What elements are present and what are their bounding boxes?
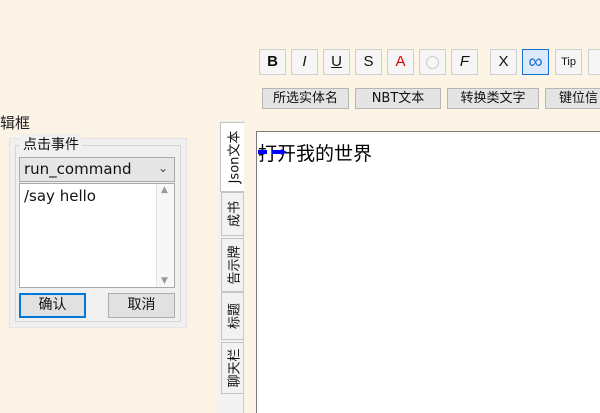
side-tab-title[interactable]: 标题 [221,292,243,340]
tab-selected-entity[interactable]: 所选实体名 [262,88,349,109]
side-tab-label: 聊天栏 [227,348,242,388]
confirm-button[interactable]: 确认 [19,293,86,318]
dialog-title: 辑框 [0,114,31,132]
tip-button[interactable]: Tip [555,49,582,75]
more-format-button[interactable] [588,49,600,75]
side-tab-label: 标题 [227,302,242,330]
font-button[interactable]: F [451,49,478,75]
scroll-down-icon[interactable]: ▼ [161,276,168,286]
json-text-editor[interactable] [256,131,600,413]
underline-button[interactable]: U [323,49,350,75]
side-tab-label: Json文本 [227,130,242,184]
side-tab-sign[interactable]: 告示牌 [221,238,243,292]
cancel-button[interactable]: 取消 [108,293,175,318]
link-button[interactable]: ∞ [522,49,549,75]
tab-convert-text[interactable]: 转换类文字 [447,88,539,109]
scroll-up-icon[interactable]: ▲ [161,185,168,195]
event-type-value: run_command [24,160,132,178]
command-textarea[interactable]: /say hello [19,183,175,288]
side-tab-chat[interactable]: 聊天栏 [221,342,243,394]
bold-button[interactable]: B [259,49,286,75]
side-tab-label: 告示牌 [227,245,242,285]
textarea-scrollbar[interactable]: ▲ ▼ [156,184,174,287]
color-button[interactable]: A [387,49,414,75]
italic-button[interactable]: I [291,49,318,75]
click-event-marker-icon [258,149,287,155]
side-tab-label: 成书 [227,200,242,228]
obfuscate-button[interactable] [419,49,446,75]
side-tab-book[interactable]: 成书 [221,192,243,236]
clear-format-button[interactable]: X [490,49,517,75]
side-tab-json[interactable]: Json文本 [220,122,244,192]
chevron-down-icon: ⌄ [157,161,168,175]
strikethrough-button[interactable]: S [355,49,382,75]
click-event-legend: 点击事件 [20,134,82,154]
circle-icon [426,55,439,69]
tab-keybind[interactable]: 键位信 [545,88,600,109]
tab-nbt-text[interactable]: NBT文本 [355,88,441,109]
event-type-select[interactable]: run_command ⌄ [19,157,175,182]
